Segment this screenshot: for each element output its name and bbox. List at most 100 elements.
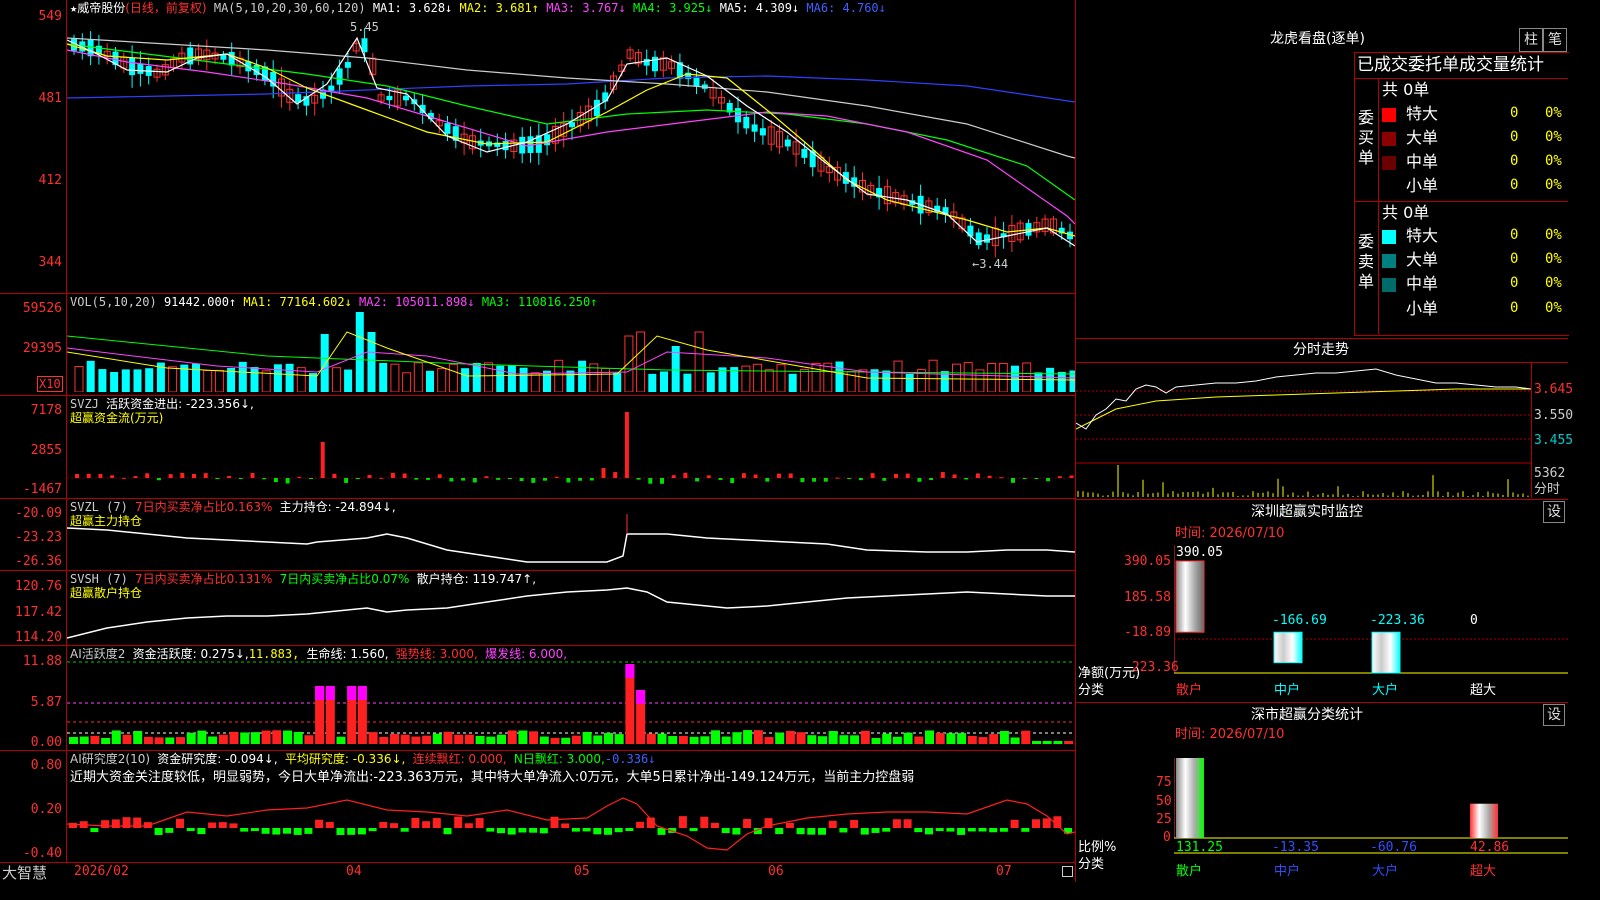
pen-tab[interactable]: 笔 xyxy=(1543,28,1567,52)
stats-settings-button[interactable]: 设 xyxy=(1543,704,1565,726)
svzj-bar-pos xyxy=(741,473,746,478)
ai2-bar-green xyxy=(293,828,302,835)
ai2-bar-red xyxy=(700,816,709,828)
kline-period[interactable]: (日线，前复权) xyxy=(125,1,206,15)
vol-bar-down xyxy=(273,364,282,392)
stats-bar xyxy=(1470,803,1498,838)
ai1-bar xyxy=(507,730,517,744)
ma6-value: MA6: 4.760↓ xyxy=(806,1,886,15)
ai2-bar-green xyxy=(154,828,163,835)
ai2-v: -0.336↓ xyxy=(604,752,656,766)
svsh-ytick: 114.20 xyxy=(15,630,62,645)
svzj-bar-pos xyxy=(203,473,208,478)
stats-value: 42.86 xyxy=(1470,840,1510,855)
ai1-bar xyxy=(860,730,870,744)
ai2-bar-green xyxy=(614,828,623,833)
ai2-bar-green xyxy=(283,828,291,834)
svzj-bar-pos xyxy=(905,473,910,478)
ai1-bar xyxy=(657,733,667,744)
vol-bar-up xyxy=(823,362,833,392)
ai2-average: 平均研究度: -0.336↓, xyxy=(284,752,406,766)
vol-ma2-line xyxy=(67,347,1075,379)
sell-row-pct: 0% xyxy=(1545,300,1562,316)
ai2-bar-red xyxy=(218,822,227,828)
ai2-bar-green xyxy=(486,828,495,832)
ai2-bar-green xyxy=(529,828,538,833)
svzj-bar-pos xyxy=(390,472,395,478)
svzj-bar-pos xyxy=(121,477,126,479)
ai2-bar-red xyxy=(379,822,388,828)
bar-tab[interactable]: 柱 xyxy=(1519,28,1543,52)
vol-bar-up xyxy=(214,369,224,392)
svzj-bar-pos xyxy=(86,473,91,478)
ai1-bar xyxy=(711,730,720,744)
svzj-chart[interactable] xyxy=(67,405,1075,495)
monitor-bar xyxy=(1371,631,1401,674)
ai2-red: 连续飘红: 0.000, xyxy=(412,752,507,766)
candle-down xyxy=(444,123,451,134)
vol-ma3: MA3: 110816.250↑ xyxy=(481,295,598,309)
vol-bar-down xyxy=(133,369,142,392)
vol-bar-up xyxy=(484,362,493,392)
svsh-chart[interactable] xyxy=(67,572,1075,644)
vol-bar-up xyxy=(811,362,821,392)
ai1-bar xyxy=(143,736,153,744)
ai1-bar xyxy=(796,732,806,744)
candle-down xyxy=(328,85,335,91)
ai1-bar xyxy=(90,735,100,744)
vol-bar-down xyxy=(1057,371,1066,392)
stats-ytick: 25 xyxy=(1156,812,1172,827)
ma6-line xyxy=(67,75,1075,103)
svzj-bar-pos xyxy=(987,475,992,478)
ai1-bar xyxy=(775,732,785,744)
sell-row-pct: 0% xyxy=(1545,251,1562,267)
ai1-bar xyxy=(1053,741,1063,744)
ai2-bar-green xyxy=(304,828,313,834)
vol-bar-up xyxy=(952,363,961,392)
candle-down xyxy=(743,116,750,129)
ai1-chart[interactable] xyxy=(67,658,1075,748)
ai2-bar-red xyxy=(903,819,912,828)
stock-name[interactable]: 威帝股份 xyxy=(77,1,125,15)
ai2-bar-green xyxy=(732,828,741,835)
ma1-value: MA1: 3.628↓ xyxy=(372,1,453,15)
ai2-bar-green xyxy=(336,828,345,835)
vol-bar-down xyxy=(1034,372,1043,392)
ai2-bar-red xyxy=(229,823,238,828)
svzj-bar-pos xyxy=(788,473,793,478)
intraday-title: 分时走势 xyxy=(1293,342,1349,358)
ai2-chart[interactable] xyxy=(67,790,1075,860)
ai2-bar-red xyxy=(315,819,324,828)
ai1-bar xyxy=(935,732,945,744)
ai1-bar xyxy=(818,736,827,744)
intraday-price-line xyxy=(1076,368,1531,430)
svzj-bar-neg xyxy=(1046,478,1051,482)
ai1-bar xyxy=(379,736,389,744)
ai2-bar-green xyxy=(935,828,944,832)
buy-row-count: 0 xyxy=(1510,177,1519,193)
vol-bar-up xyxy=(168,366,178,392)
ai2-header: AI研究度2(10) 资金研究度: -0.094↓, 平均研究度: -0.336… xyxy=(70,752,655,766)
candle-down xyxy=(386,95,393,101)
candle-down xyxy=(784,139,791,147)
svzj-ytick: 7178 xyxy=(30,403,62,418)
ai1-bar xyxy=(400,734,410,744)
intraday-chart[interactable] xyxy=(1076,363,1531,497)
ai2-bar-red xyxy=(422,821,431,828)
svzl-chart[interactable] xyxy=(67,500,1075,570)
xaxis-label: 04 xyxy=(346,864,362,879)
vol-chart[interactable] xyxy=(67,312,1075,392)
svzj-bar-pos xyxy=(133,476,138,478)
stats-top-border xyxy=(1076,702,1568,703)
ai2-label: AI研究度2(10) xyxy=(70,752,151,766)
lock-icon[interactable] xyxy=(1062,866,1073,877)
monitor-settings-button[interactable]: 设 xyxy=(1543,501,1565,523)
buy-row-pct: 0% xyxy=(1545,129,1562,145)
ai1-bar xyxy=(154,737,164,744)
kline-chart[interactable] xyxy=(67,14,1075,292)
svzj-bar-pos xyxy=(192,473,196,478)
ai1-bar xyxy=(390,733,399,744)
ai2-comment: 近期大资金关注度较低，明显弱势，今日大单净流出:-223.363万元，其中特大单… xyxy=(70,770,915,785)
ai2-bar-red xyxy=(785,822,794,828)
intraday-top-border xyxy=(1076,338,1568,339)
